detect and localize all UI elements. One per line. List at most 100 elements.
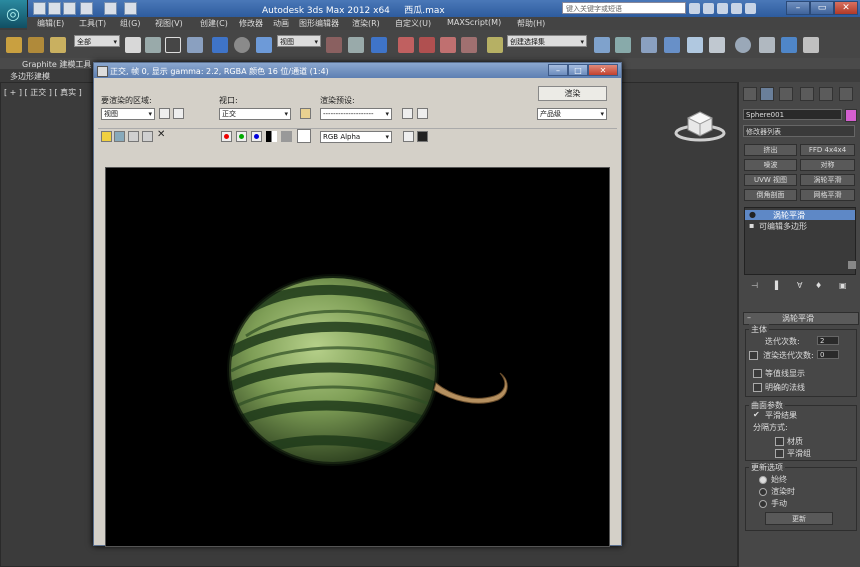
modifier-list-dropdown[interactable]: 修改器列表	[743, 125, 855, 137]
render-window-maximize-button[interactable]: □	[568, 64, 588, 76]
modifier-ffd-button[interactable]: FFD 4x4x4	[800, 144, 855, 156]
keyboard-shortcut-override-icon[interactable]	[371, 37, 387, 53]
project-folder-icon[interactable]	[124, 2, 137, 15]
display-tab-icon[interactable]	[819, 87, 833, 101]
lock-viewport-icon[interactable]	[300, 108, 311, 119]
menu-animation[interactable]: 动画	[273, 18, 289, 29]
update-always-radio[interactable]	[759, 476, 767, 484]
stack-item-editable-poly[interactable]: ▪ 可编辑多边形	[745, 221, 855, 231]
motion-tab-icon[interactable]	[800, 87, 814, 101]
render-canvas[interactable]	[105, 167, 610, 547]
materials-checkbox[interactable]	[775, 437, 784, 446]
undo-icon[interactable]	[80, 2, 93, 15]
render-window-close-button[interactable]: ✕	[588, 64, 618, 76]
smooth-result-check-icon[interactable]: ✔	[753, 410, 760, 419]
render-iterations-checkbox[interactable]	[749, 351, 758, 360]
modifier-meshsmooth-button[interactable]: 网格平滑	[800, 189, 855, 201]
render-setup-small-icon[interactable]	[402, 108, 413, 119]
configure-modifier-sets-icon[interactable]: ▣	[839, 281, 847, 290]
utilities-tab-icon[interactable]	[839, 87, 853, 101]
pin-stack-icon[interactable]: ⊣	[751, 281, 758, 290]
window-maximize-button[interactable]: ▭	[810, 1, 834, 15]
viewport-label[interactable]: [ + ] [ 正交 ] [ 真实 ]	[4, 87, 82, 98]
modifier-extrude-button[interactable]: 挤出	[744, 144, 797, 156]
menu-group[interactable]: 组(G)	[120, 18, 140, 29]
update-when-rendering-radio[interactable]	[759, 488, 767, 496]
select-manipulate-icon[interactable]	[348, 37, 364, 53]
swatch-color[interactable]	[297, 129, 311, 143]
update-manually-radio[interactable]	[759, 500, 767, 508]
window-close-button[interactable]: ✕	[834, 1, 858, 15]
snaps-toggle-icon[interactable]	[398, 37, 414, 53]
material-editor-icon[interactable]	[735, 37, 751, 53]
render-window-title-bar[interactable]: 正交, 帧 0, 显示 gamma: 2.2, RGBA 颜色 16 位/通道 …	[94, 63, 621, 78]
menu-modifiers[interactable]: 修改器	[239, 18, 263, 29]
light-bulb-icon[interactable]: ●	[749, 210, 756, 219]
named-selection-dropdown[interactable]: 创建选择集	[507, 35, 587, 48]
modify-tab-icon[interactable]	[760, 87, 774, 101]
edit-named-selection-icon[interactable]	[487, 37, 503, 53]
create-tab-icon[interactable]	[743, 87, 757, 101]
red-channel-toggle[interactable]	[221, 131, 232, 142]
help-icon[interactable]	[745, 3, 756, 14]
hierarchy-tab-icon[interactable]	[779, 87, 793, 101]
communication-icon[interactable]	[717, 3, 728, 14]
alpha-channel-toggle[interactable]	[266, 131, 277, 142]
iterations-spinner[interactable]: 2	[817, 336, 839, 345]
window-crossing-icon[interactable]	[187, 37, 203, 53]
toggle-ui-overlay-icon[interactable]	[403, 131, 414, 142]
make-unique-icon[interactable]: ∀	[797, 281, 802, 290]
print-image-icon[interactable]	[142, 131, 153, 142]
layer-manager-icon[interactable]	[641, 37, 657, 53]
align-icon[interactable]	[615, 37, 631, 53]
render-iterations-spinner[interactable]: 0	[817, 350, 839, 359]
render-window-minimize-button[interactable]: –	[548, 64, 568, 76]
show-end-result-icon[interactable]: ▌	[775, 281, 781, 290]
search-icon[interactable]	[689, 3, 700, 14]
schematic-view-icon[interactable]	[709, 37, 725, 53]
render-production-icon[interactable]	[803, 37, 819, 53]
angle-snap-icon[interactable]	[419, 37, 435, 53]
menu-edit[interactable]: 编辑(E)	[37, 18, 64, 29]
rotate-icon[interactable]	[234, 37, 250, 53]
menu-customize[interactable]: 自定义(U)	[395, 18, 431, 29]
modifier-noise-button[interactable]: 噪波	[744, 159, 797, 171]
render-setup-icon[interactable]	[759, 37, 775, 53]
ribbon-subtab[interactable]: 多边形建模	[0, 69, 90, 82]
subscription-icon[interactable]	[703, 3, 714, 14]
object-name-field[interactable]: Sphere001	[743, 109, 842, 120]
selection-filter-dropdown[interactable]: 全部	[74, 35, 120, 48]
favorites-icon[interactable]	[731, 3, 742, 14]
copy-image-icon[interactable]	[114, 131, 125, 142]
spinner-snap-icon[interactable]	[461, 37, 477, 53]
remove-modifier-icon[interactable]: ♦	[815, 281, 822, 290]
toggle-ui-icon[interactable]	[417, 131, 428, 142]
environment-effects-icon[interactable]	[417, 108, 428, 119]
menu-graph-editors[interactable]: 图形编辑器	[299, 18, 339, 29]
channel-display-dropdown[interactable]: RGB Alpha	[320, 131, 392, 143]
percent-snap-icon[interactable]	[440, 37, 456, 53]
link-icon[interactable]	[6, 37, 22, 53]
modifier-turbosmooth-button[interactable]: 涡轮平滑	[800, 174, 855, 186]
modifier-symmetry-button[interactable]: 对称	[800, 159, 855, 171]
edit-region-icon[interactable]	[159, 108, 170, 119]
explicit-normals-checkbox[interactable]	[753, 383, 762, 392]
select-by-name-icon[interactable]	[145, 37, 161, 53]
menu-tools[interactable]: 工具(T)	[79, 18, 106, 29]
expand-icon[interactable]: ▪	[749, 221, 754, 230]
application-menu-button[interactable]: ◎	[0, 0, 28, 28]
render-quality-dropdown[interactable]: 产品级	[537, 108, 607, 120]
clone-window-icon[interactable]	[128, 131, 139, 142]
pivot-center-icon[interactable]	[326, 37, 342, 53]
green-channel-toggle[interactable]	[236, 131, 247, 142]
update-button[interactable]: 更新	[765, 512, 833, 525]
search-input[interactable]: 键入关键字或短语	[562, 2, 686, 14]
bind-space-warp-icon[interactable]	[50, 37, 66, 53]
scale-icon[interactable]	[256, 37, 272, 53]
clear-icon[interactable]: ✕	[157, 129, 165, 140]
area-to-render-dropdown[interactable]: 视图	[101, 108, 155, 120]
graphite-toggle-icon[interactable]	[664, 37, 680, 53]
stack-item-turbosmooth[interactable]: ● 涡轮平滑	[745, 210, 855, 220]
mirror-icon[interactable]	[594, 37, 610, 53]
object-color-swatch[interactable]	[845, 109, 857, 122]
